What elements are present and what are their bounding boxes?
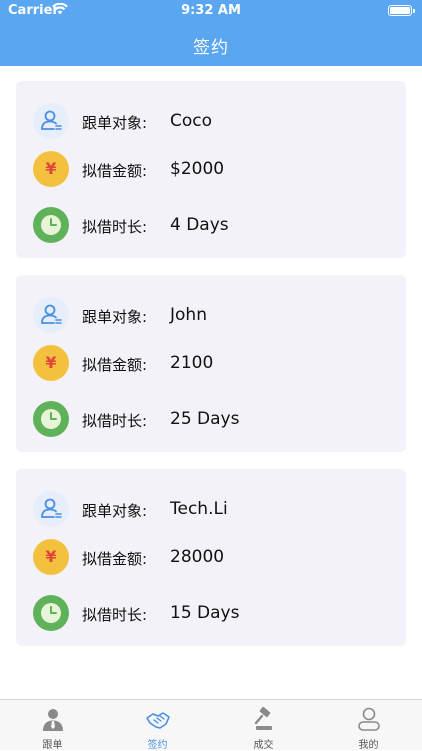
tab-label: 跟单 (42, 740, 63, 751)
duration-row: 拟借时长: 25 Days (16, 401, 406, 441)
tab-deal[interactable]: 成交 (211, 700, 316, 751)
target-value: Coco (170, 111, 213, 131)
amount-label: 拟借金额: (82, 356, 148, 374)
duration-label: 拟借时长: (82, 606, 148, 624)
amount-row: ¥ 拟借金额: $2000 (16, 151, 406, 191)
tab-bar: 跟单 签约 成交 我的 (0, 699, 422, 751)
record-list: 跟单对象: Coco ¥ 拟借金额: $2000 拟借时长: 4 Days 跟单… (16, 81, 406, 663)
tab-follow[interactable]: 跟单 (0, 700, 105, 751)
yuan-glyph: ¥ (45, 353, 57, 372)
tab-label: 我的 (358, 740, 379, 751)
handshake-icon (146, 712, 170, 729)
amount-label: 拟借金额: (82, 550, 148, 568)
duration-label: 拟借时长: (82, 412, 148, 430)
target-label: 跟单对象: (82, 114, 148, 132)
target-row: 跟单对象: John (16, 297, 406, 337)
yuan-coin-icon: ¥ (33, 345, 69, 381)
amount-value: $2000 (170, 159, 225, 179)
record-card[interactable]: 跟单对象: Tech.Li ¥ 拟借金额: 28000 拟借时长: 15 Day… (16, 469, 406, 646)
record-card[interactable]: 跟单对象: John ¥ 拟借金额: 2100 拟借时长: 25 Days (16, 275, 406, 452)
clock-time: 9:32 AM (181, 3, 241, 18)
user-icon (33, 297, 69, 333)
user-icon (33, 103, 69, 139)
tab-label: 签约 (147, 740, 168, 751)
user-tie-icon (43, 709, 63, 731)
yuan-coin-icon: ¥ (33, 539, 69, 575)
target-label: 跟单对象: (82, 308, 148, 326)
clock-icon (33, 595, 69, 631)
target-row: 跟单对象: Coco (16, 103, 406, 143)
status-bar: Carrier 9:32 AM (0, 0, 422, 22)
clock-icon (33, 401, 69, 437)
duration-value: 25 Days (170, 409, 240, 429)
amount-value: 2100 (170, 353, 214, 373)
duration-row: 拟借时长: 15 Days (16, 595, 406, 635)
target-row: 跟单对象: Tech.Li (16, 491, 406, 531)
yuan-coin-icon: ¥ (33, 151, 69, 187)
page-title: 签约 (193, 38, 229, 58)
yuan-glyph: ¥ (45, 159, 57, 178)
target-label: 跟单对象: (82, 502, 148, 520)
amount-row: ¥ 拟借金额: 28000 (16, 539, 406, 579)
duration-row: 拟借时长: 4 Days (16, 207, 406, 247)
battery-icon (388, 5, 415, 16)
amount-row: ¥ 拟借金额: 2100 (16, 345, 406, 385)
profile-icon (358, 707, 380, 731)
navigation-header: Carrier 9:32 AM 签约 (0, 0, 422, 66)
tab-mine[interactable]: 我的 (316, 700, 421, 751)
duration-label: 拟借时长: (82, 218, 148, 236)
amount-value: 28000 (170, 547, 225, 567)
duration-value: 15 Days (170, 603, 240, 623)
yuan-glyph: ¥ (45, 547, 57, 566)
user-icon (33, 491, 69, 527)
amount-label: 拟借金额: (82, 162, 148, 180)
clock-icon (33, 207, 69, 243)
target-value: John (170, 305, 207, 325)
duration-value: 4 Days (170, 215, 229, 235)
tab-sign[interactable]: 签约 (105, 700, 210, 751)
target-value: Tech.Li (170, 499, 228, 519)
gavel-icon (254, 706, 272, 730)
tab-label: 成交 (253, 740, 274, 751)
record-card[interactable]: 跟单对象: Coco ¥ 拟借金额: $2000 拟借时长: 4 Days (16, 81, 406, 258)
